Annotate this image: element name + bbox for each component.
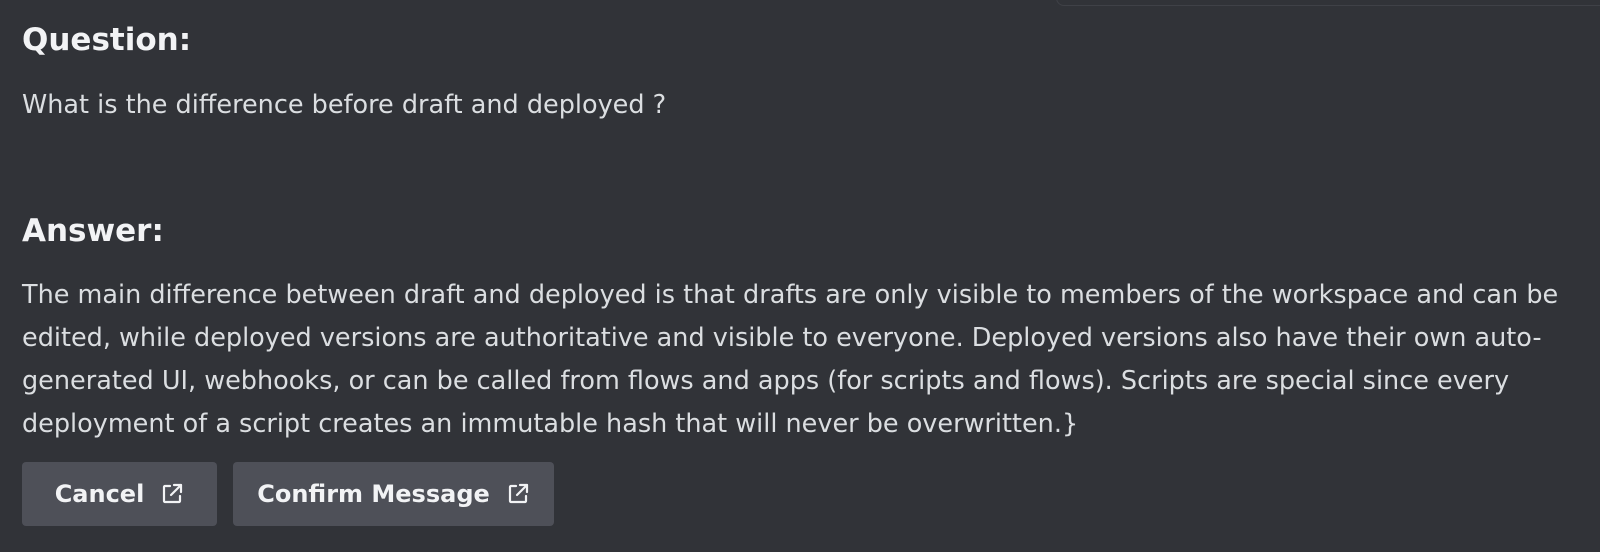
- panel-edge: [1056, 0, 1600, 6]
- external-link-icon: [506, 482, 530, 506]
- cancel-button-label: Cancel: [54, 480, 145, 508]
- confirm-message-button-label: Confirm Message: [257, 480, 490, 508]
- answer-text: The main difference between draft and de…: [22, 280, 1559, 439]
- cancel-button[interactable]: Cancel: [22, 462, 217, 526]
- confirm-message-button[interactable]: Confirm Message: [233, 462, 554, 526]
- answer-heading: Answer:: [22, 213, 164, 249]
- external-link-icon: [160, 482, 184, 506]
- question-heading: Question:: [22, 22, 192, 58]
- question-text: What is the difference before draft and …: [22, 90, 667, 120]
